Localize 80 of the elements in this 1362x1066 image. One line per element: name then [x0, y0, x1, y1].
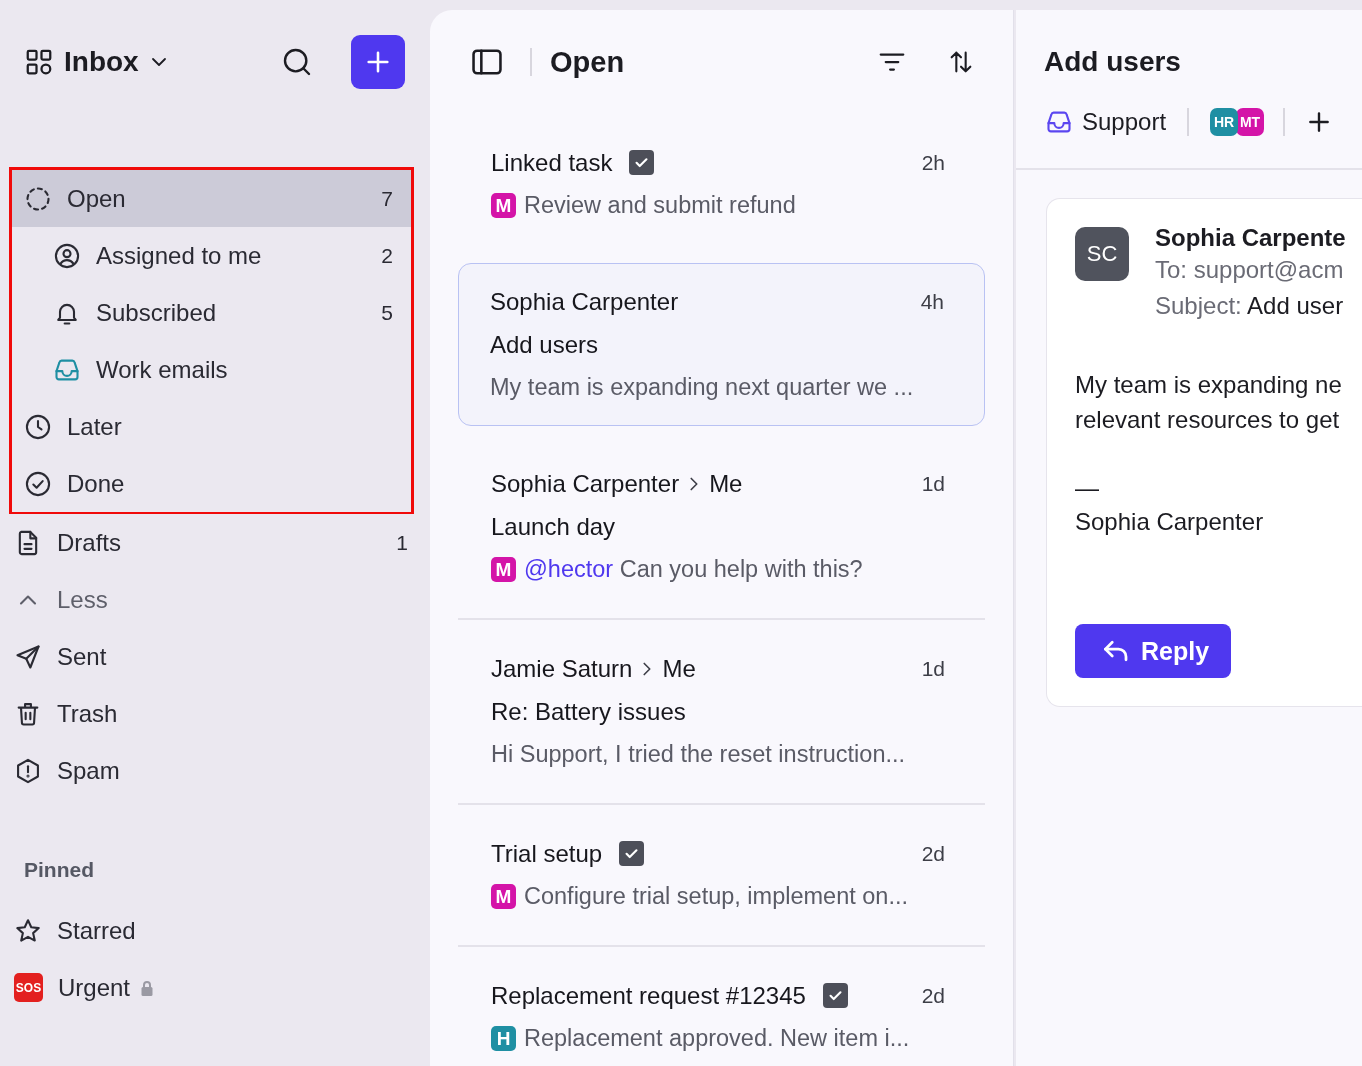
conversation-item[interactable]: Trial setup 2d M Configure trial setup, implement on... [458, 805, 985, 945]
timestamp: 2d [921, 841, 945, 866]
conversation-title: Add users [1043, 45, 1182, 76]
message-preview: @hector Can you help with this? [524, 556, 863, 583]
pinned-item[interactable]: Starred [0, 902, 428, 959]
inbox-selector[interactable]: Support [1045, 108, 1167, 136]
sender-avatar: SC [1075, 227, 1129, 281]
recipient-line: To: support@acm [1155, 256, 1344, 283]
message-preview: Review and submit refund [524, 192, 796, 219]
subject-value: Add user [1247, 292, 1344, 319]
sos-emblem: SOS [14, 973, 43, 1002]
assignee-badge: M [491, 557, 516, 582]
task-title: Trial setup [491, 839, 603, 868]
send-icon [14, 642, 42, 671]
list-title: Open [550, 45, 626, 79]
message-preview: Replacement approved. New item i... [524, 1025, 910, 1052]
sidebar-item[interactable]: Assigned to me 2 [12, 227, 411, 284]
task-checkbox[interactable] [822, 983, 848, 1008]
timestamp: 2h [921, 150, 945, 175]
assignee-badge: M [491, 884, 516, 909]
signature-dash: — [1075, 474, 1099, 501]
dashed-circle-icon [24, 184, 52, 213]
message-preview: Hi Support, I tried the reset instruction... [491, 741, 906, 768]
assignee-avatar: HR [1210, 108, 1239, 136]
sidebar-item[interactable]: Done [12, 455, 411, 512]
sidebar-item[interactable]: Subscribed 5 [12, 284, 411, 341]
assignee-badge: H [491, 1026, 516, 1051]
subject-label: Subject: [1155, 292, 1242, 319]
message-body-line: My team is expanding ne [1075, 371, 1342, 398]
star-icon [14, 916, 42, 945]
sidebar-item[interactable]: Drafts 1 [0, 514, 428, 571]
section-heading: Pinned [23, 858, 95, 882]
task-checkbox[interactable] [629, 150, 655, 175]
search-button[interactable] [281, 46, 313, 78]
assignees-button[interactable]: HR MT [1210, 108, 1263, 136]
sidebar-item[interactable]: Work emails [12, 341, 411, 398]
pinned-item[interactable]: SOS Urgent [0, 959, 428, 1016]
sidebar-item[interactable]: Sent [0, 628, 428, 685]
task-checkbox[interactable] [619, 841, 645, 866]
inbox-title[interactable]: Inbox [64, 46, 139, 78]
email-subject: Re: Battery issues [491, 697, 686, 726]
conversation-item[interactable]: Linked task 2h M Review and submit refund [458, 114, 985, 254]
compose-button[interactable] [351, 35, 405, 89]
sender-name: Sophia Carpenter [490, 287, 679, 316]
recipient-name: Me [709, 469, 743, 498]
clock-icon [24, 412, 52, 441]
sidebar-item[interactable]: Open 7 [12, 170, 411, 227]
assignee-badge: M [491, 193, 516, 218]
sidebar-item[interactable]: Later [12, 398, 411, 455]
task-title: Replacement request #12345 [491, 981, 806, 1010]
email-subject: Launch day [491, 512, 616, 541]
task-title: Linked task [491, 148, 613, 177]
signature-name: Sophia Carpenter [1075, 508, 1264, 535]
message-preview: Configure trial setup, implement on... [524, 883, 909, 910]
email-subject: Add users [490, 330, 599, 359]
sender-name: Sophia Carpenter [491, 469, 680, 498]
timestamp: 1d [921, 656, 945, 681]
timestamp: 2d [921, 983, 945, 1008]
message-body-line: relevant resources to get [1075, 406, 1340, 433]
reply-button[interactable]: Reply [1075, 624, 1232, 678]
grid-icon [24, 47, 54, 77]
selected-conversation-card[interactable]: Sophia Carpenter 4h Add users My team is expanding next quarter we ... [458, 263, 985, 426]
user-circle-icon [53, 241, 81, 270]
search-icon [281, 46, 313, 78]
alert-hexagon-icon [14, 756, 42, 785]
mention-link[interactable]: @hector [524, 556, 614, 582]
conversation-item[interactable]: Replacement request #12345 2d H Replacement approved. New item i... [458, 947, 985, 1066]
check-circle-icon [24, 469, 52, 498]
timestamp: 1d [921, 471, 945, 496]
recipient-name: Me [662, 654, 696, 683]
assignee-avatar: MT [1236, 108, 1265, 136]
timestamp: 4h [920, 289, 944, 314]
sidebar-item[interactable]: Trash [0, 685, 428, 742]
conversation-item[interactable]: Jamie Saturn Me 1d Re: Battery issues Hi Support, I tried the reset instruction... [458, 620, 985, 803]
conversation-item[interactable]: Sophia Carpenter Me 1d Launch day M @hector Can you help with this? [458, 435, 985, 618]
sender-name: Jamie Saturn [491, 654, 633, 683]
sender-name: Sophia Carpente [1155, 224, 1346, 252]
collapse-toggle[interactable]: Less [0, 571, 428, 628]
message-preview: My team is expanding next quarter we ... [490, 374, 914, 401]
sidebar-item[interactable]: Spam [0, 742, 428, 799]
